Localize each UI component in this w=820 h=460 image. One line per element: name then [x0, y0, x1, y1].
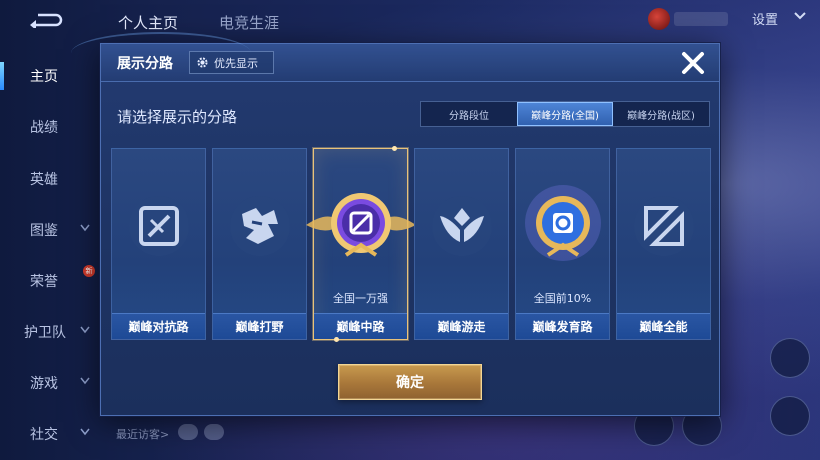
all-round-icon — [629, 191, 699, 261]
farm-lane-gold-badge-icon — [512, 179, 614, 269]
hero-pose-button[interactable] — [770, 338, 810, 378]
tab-personal-home[interactable]: 个人主页 — [118, 12, 178, 33]
sidebar-item-label: 战绩 — [30, 120, 58, 136]
card-name: 巅峰打野 — [213, 313, 306, 339]
lane-tabs: 分路段位 巅峰分路(全国) 巅峰分路(战区) — [420, 101, 710, 127]
chevron-down-icon — [80, 377, 90, 385]
card-name: 巅峰全能 — [617, 313, 710, 339]
lane-card-mid[interactable]: 全国一万强 巅峰中路 — [306, 146, 416, 342]
lane-card-clash[interactable]: 巅峰对抗路 — [111, 148, 206, 340]
jungle-icon — [225, 191, 295, 261]
sidebar-item-label: 荣誉 — [30, 274, 58, 290]
lane-card-all-round[interactable]: 巅峰全能 — [616, 148, 711, 340]
tab-esports-career[interactable]: 电竞生涯 — [219, 12, 279, 33]
visitor-avatar[interactable] — [204, 424, 224, 440]
selection-prompt: 请选择展示的分路 — [117, 108, 238, 126]
card-name: 巅峰游走 — [415, 313, 508, 339]
sidebar-item-label: 图鉴 — [30, 223, 58, 239]
change-hero-button[interactable] — [770, 396, 810, 436]
visitor-avatars — [178, 424, 224, 440]
currency-widget[interactable] — [648, 6, 734, 32]
back-arrow-icon — [30, 13, 63, 28]
mid-lane-gold-badge-icon — [300, 179, 422, 269]
lane-display-dialog: 展示分路 优先显示 请选择展示的分路 分路段位 巅峰分路(全国) 巅峰分路(战区… — [71, 32, 720, 416]
card-name: 巅峰中路 — [314, 313, 407, 339]
sidebar-item-gallery[interactable]: 图鉴 — [0, 212, 100, 248]
tab-lane-rank[interactable]: 分路段位 — [421, 102, 517, 126]
new-badge: 新 — [83, 265, 95, 277]
lane-cards: 巅峰对抗路 巅峰打野 全国一万强 巅峰中路 巅峰游走 全国前10% 巅峰发育路 … — [111, 146, 711, 342]
tab-peak-lane-region[interactable]: 巅峰分路(战区) — [613, 102, 709, 126]
sidebar-item-label: 社交 — [30, 427, 58, 443]
lane-card-jungle[interactable]: 巅峰打野 — [212, 148, 307, 340]
gear-icon — [197, 57, 208, 68]
card-name: 巅峰对抗路 — [112, 313, 205, 339]
sidebar-item-label: 主页 — [30, 69, 58, 85]
chevron-down-icon — [794, 12, 806, 20]
close-icon[interactable] — [679, 49, 707, 77]
sidebar-item-heroes[interactable]: 英雄 — [0, 161, 100, 197]
chevron-down-icon — [80, 326, 90, 334]
sidebar-item-guard-team[interactable]: 护卫队 — [0, 314, 100, 350]
sidebar-item-honors[interactable]: 荣誉 新 — [0, 263, 100, 299]
token-icon — [648, 8, 670, 30]
dialog-title: 展示分路 — [117, 56, 173, 72]
visitor-avatar[interactable] — [178, 424, 198, 440]
sidebar-item-records[interactable]: 战绩 — [0, 109, 100, 145]
chevron-down-icon — [80, 224, 90, 232]
sidebar-item-games[interactable]: 游戏 — [0, 365, 100, 401]
lane-card-roam[interactable]: 巅峰游走 — [414, 148, 509, 340]
chevron-down-icon — [80, 428, 90, 436]
sidebar-item-social[interactable]: 社交 — [0, 416, 100, 452]
priority-display-label: 优先显示 — [214, 56, 258, 70]
settings-button[interactable]: 设置 — [752, 9, 778, 28]
sidebar-item-label: 英雄 — [30, 172, 58, 188]
currency-amount — [674, 12, 728, 26]
back-button[interactable] — [24, 10, 68, 30]
card-name: 巅峰发育路 — [516, 313, 609, 339]
lane-card-farm[interactable]: 全国前10% 巅峰发育路 — [515, 148, 610, 340]
clash-lane-icon — [124, 191, 194, 261]
tab-peak-lane-national[interactable]: 巅峰分路(全国) — [517, 102, 613, 126]
sidebar-item-label: 护卫队 — [24, 325, 66, 341]
recent-visitors-link[interactable]: 最近访客> — [116, 426, 169, 442]
confirm-button[interactable]: 确定 — [338, 364, 482, 400]
dialog-header: 展示分路 优先显示 — [101, 44, 719, 82]
card-subtitle: 全国前10% — [533, 292, 592, 305]
card-subtitle: 全国一万强 — [333, 292, 388, 305]
roam-icon — [427, 191, 497, 261]
sidebar-item-label: 游戏 — [30, 376, 58, 392]
priority-display-button[interactable]: 优先显示 — [189, 51, 274, 74]
